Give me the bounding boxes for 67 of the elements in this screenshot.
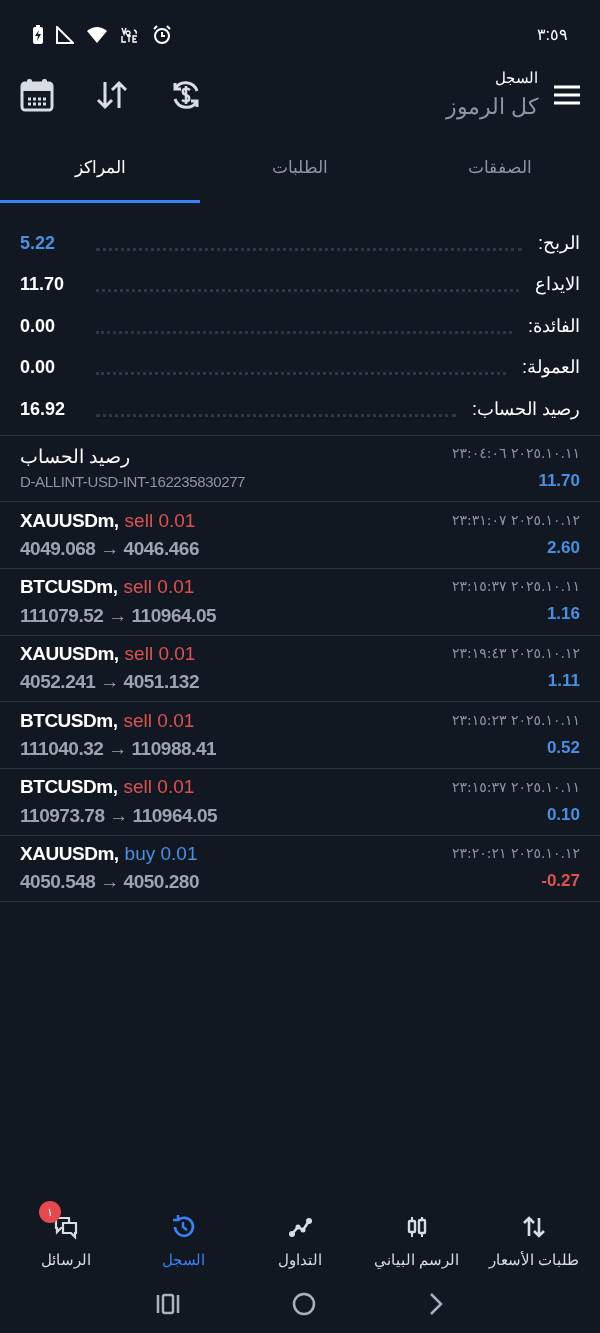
order-type: sell 0.01	[123, 775, 195, 800]
profit-value: -0.27	[541, 870, 580, 893]
order-type: sell 0.01	[123, 575, 195, 600]
summary-value: 5.22	[20, 231, 57, 255]
timestamp: ٢٠٢٥.١٠.١١ ٢٣:١٥:٣٧	[451, 777, 580, 797]
screen-title: السجل	[495, 68, 538, 89]
order-type: sell 0.01	[123, 708, 195, 733]
profit-value: 0.10	[546, 803, 580, 826]
summary-label: العمولة:	[522, 356, 580, 380]
profit-value: 11.70	[538, 470, 580, 493]
price-range: 4049.068 → 4046.466	[20, 537, 200, 562]
price-range: 110973.78 → 110964.05	[20, 803, 218, 828]
summary-value: 0.00	[20, 314, 57, 338]
nav-tab[interactable]: طلبات الأسعار	[475, 1197, 592, 1283]
nav-tab[interactable]: التداول	[241, 1197, 359, 1283]
calendar-icon[interactable]	[20, 78, 54, 112]
account-id: D-ALLINT-USD-INT-162235830277	[20, 472, 246, 493]
symbol: BTCUSDm,	[20, 708, 118, 733]
summary-label: الفائدة:	[528, 314, 580, 338]
summary-label: الايداع	[535, 273, 580, 297]
symbol: XAUUSDm,	[20, 641, 119, 666]
profit-value: 0.52	[546, 736, 580, 759]
signal-icon	[56, 26, 74, 44]
timestamp: ٢٠٢٥.١٠.١١ ٢٣:١٥:٢٣	[451, 710, 580, 730]
menu-icon[interactable]	[554, 85, 580, 105]
symbol-filter[interactable]: كل الرموز	[445, 89, 538, 123]
home-icon[interactable]	[292, 1292, 316, 1316]
status-time: ٣:٥٩	[536, 25, 568, 45]
entry-title: رصيد الحساب	[20, 444, 131, 470]
timestamp: ٢٠٢٥.١٠.١١ ٢٣:٠٤:٠٦	[451, 444, 580, 464]
nav-tab[interactable]: ١ الرسائل	[8, 1197, 125, 1283]
tab[interactable]: المراكز	[0, 140, 200, 203]
symbol: XAUUSDm,	[20, 841, 119, 866]
battery-charging-icon	[32, 25, 44, 45]
notification-badge: ١	[39, 1201, 62, 1223]
wifi-icon	[86, 26, 108, 44]
profit-value: 1.11	[547, 670, 580, 693]
timestamp: ٢٠٢٥.١٠.١٢ ٢٣:٢٠:٢١	[451, 844, 580, 864]
profit-value: 2.60	[546, 536, 580, 559]
price-range: 4052.241 → 4051.132	[20, 670, 200, 695]
summary-value: 0.00	[20, 356, 57, 379]
nav-tab[interactable]: الرسم البياني	[358, 1197, 476, 1283]
tab[interactable]: الطلبات	[200, 140, 400, 203]
price-range: 111040.32 → 110988.41	[20, 737, 217, 762]
summary-label: رصيد الحساب:	[472, 397, 580, 422]
volte-icon	[120, 26, 140, 44]
price-range: 111079.52 → 110964.05	[20, 603, 217, 628]
nav-tab[interactable]: السجل	[124, 1197, 242, 1283]
price-range: 4050.548 → 4050.280	[20, 870, 200, 895]
recent-apps-icon[interactable]	[156, 1293, 180, 1315]
sort-icon[interactable]	[96, 80, 128, 110]
timestamp: ٢٠٢٥.١٠.١٢ ٢٣:٣١:٠٧	[451, 510, 580, 530]
timestamp: ٢٠٢٥.١٠.١٢ ٢٣:١٩:٤٣	[451, 644, 580, 664]
summary-label: الربح:	[538, 231, 580, 256]
order-type: sell 0.01	[124, 641, 196, 666]
order-type: buy 0.01	[124, 841, 198, 866]
summary-value: 16.92	[20, 397, 67, 421]
order-type: sell 0.01	[124, 508, 196, 533]
back-icon[interactable]	[428, 1292, 444, 1316]
summary-value: 11.70	[20, 273, 66, 296]
symbol: BTCUSDm,	[20, 575, 118, 600]
tab[interactable]: الصفقات	[400, 140, 600, 203]
profit-value: 1.16	[546, 603, 580, 626]
symbol: BTCUSDm,	[20, 775, 118, 800]
alarm-icon	[152, 25, 172, 45]
timestamp: ٢٠٢٥.١٠.١١ ٢٣:١٥:٣٧	[451, 577, 580, 597]
symbol: XAUUSDm,	[20, 508, 119, 533]
